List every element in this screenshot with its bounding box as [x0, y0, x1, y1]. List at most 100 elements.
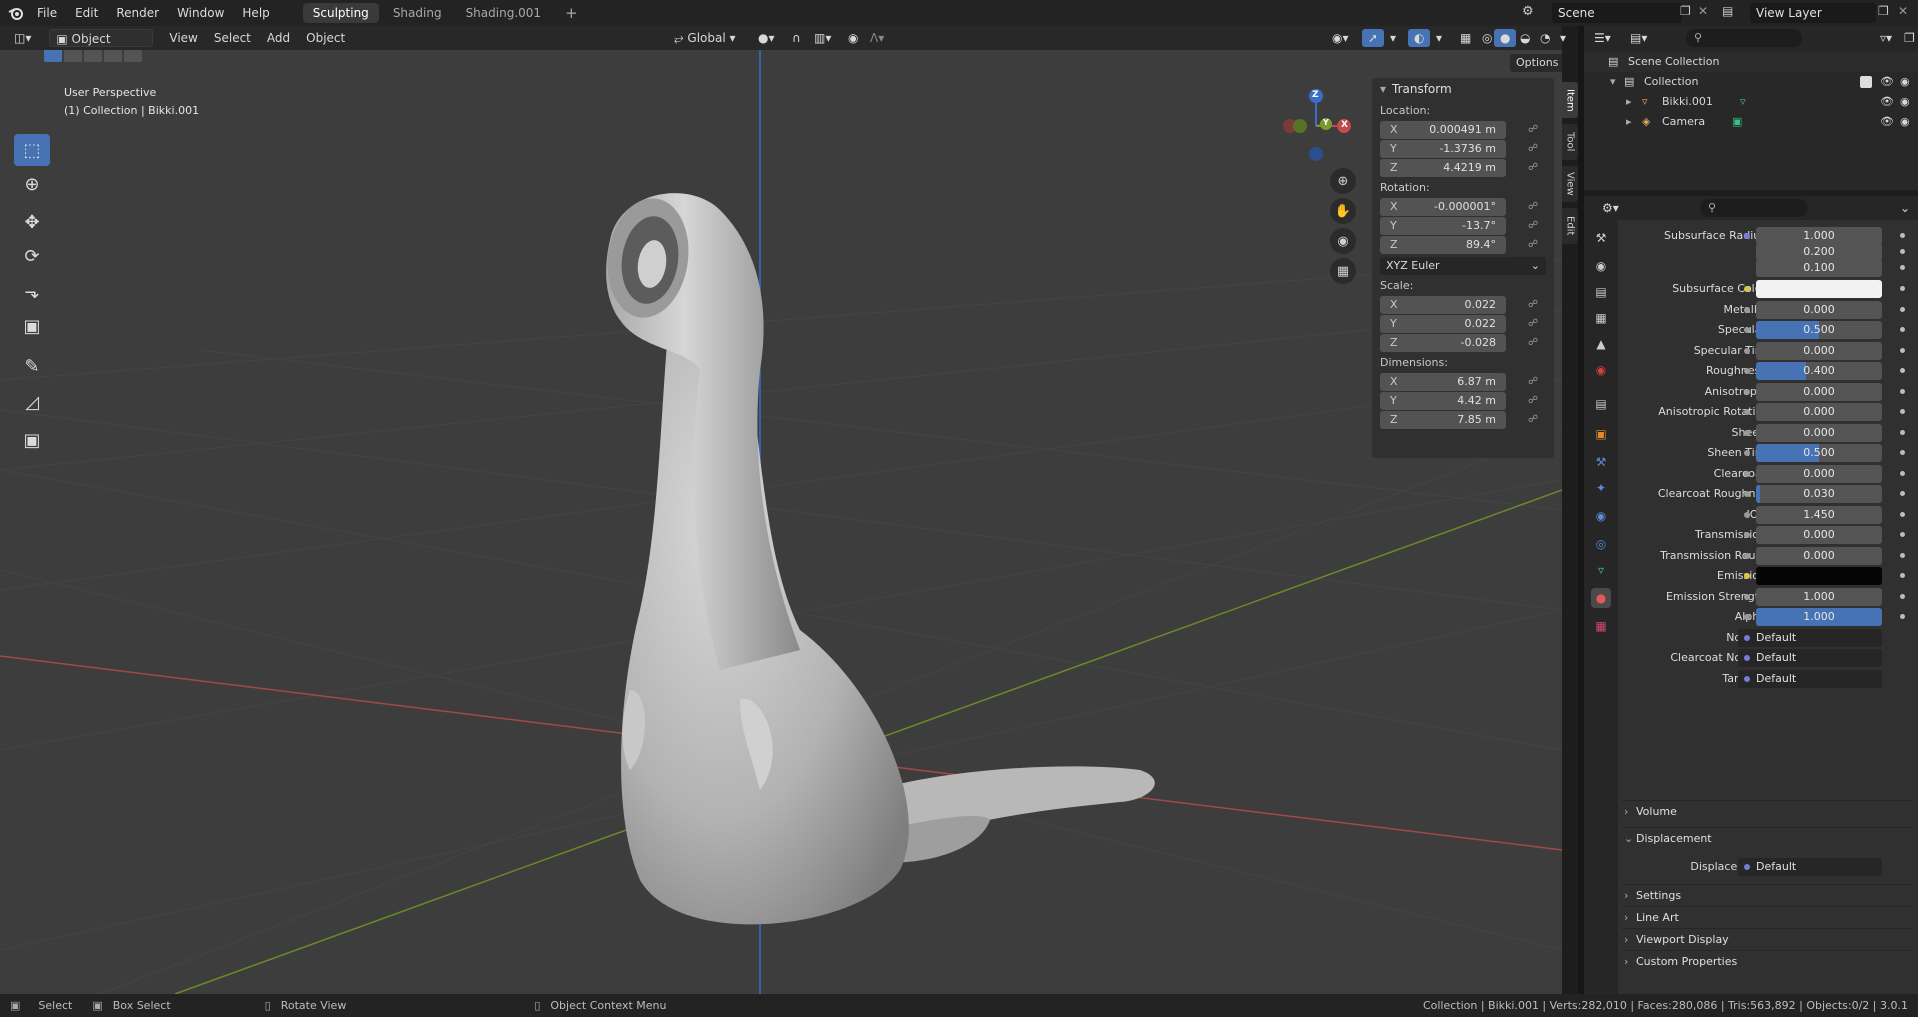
- gizmo-dropdown-icon[interactable]: ▾: [1384, 29, 1402, 47]
- data-props-icon[interactable]: ▿: [1591, 560, 1611, 580]
- lock-icon[interactable]: ☍: [1528, 121, 1538, 139]
- dimensions-y-field[interactable]: Y 4.42 m ☍: [1380, 392, 1538, 410]
- tab-shading-001[interactable]: Shading.001: [456, 3, 551, 23]
- select-box-icon[interactable]: ⬚: [14, 134, 50, 166]
- value-slider[interactable]: 0.000: [1756, 465, 1882, 483]
- keyframe-dot-icon[interactable]: [1900, 348, 1905, 353]
- scale-x-field[interactable]: X 0.022 ☍: [1380, 296, 1538, 314]
- new-collection-icon[interactable]: ❐: [1898, 29, 1918, 47]
- rotation-x-field[interactable]: X -0.000001° ☍: [1380, 198, 1538, 216]
- perspective-toggle-icon[interactable]: ▦: [1330, 258, 1356, 284]
- pan-hand-icon[interactable]: ✋: [1330, 198, 1356, 224]
- 3d-viewport[interactable]: User Perspective (1) Collection | Bikki.…: [0, 50, 1562, 994]
- socket-dot-icon[interactable]: [1744, 614, 1750, 620]
- add-cube-icon[interactable]: ▣: [14, 424, 50, 456]
- options-button[interactable]: Options: [1510, 54, 1562, 72]
- keyframe-dot-icon[interactable]: [1900, 450, 1905, 455]
- menu-add[interactable]: Add: [261, 29, 296, 47]
- expand-chevron-icon[interactable]: ▸: [1626, 92, 1632, 112]
- socket-dot-icon[interactable]: [1744, 286, 1750, 292]
- keyframe-dot-icon[interactable]: [1900, 389, 1905, 394]
- select-intersect-icon[interactable]: [124, 50, 142, 62]
- keyframe-dot-icon[interactable]: [1900, 532, 1905, 537]
- scene-field[interactable]: Scene: [1552, 3, 1682, 23]
- select-subtract-icon[interactable]: [84, 50, 102, 62]
- socket-dot-icon[interactable]: [1744, 471, 1750, 477]
- physics-props-icon[interactable]: ◉: [1591, 506, 1611, 526]
- world-props-icon[interactable]: ◉: [1591, 360, 1611, 380]
- select-invert-icon[interactable]: [104, 50, 122, 62]
- lock-icon[interactable]: ☍: [1528, 198, 1538, 216]
- cursor-icon[interactable]: ⊕: [14, 168, 50, 200]
- rotation-y-field[interactable]: Y -13.7° ☍: [1380, 217, 1538, 235]
- checkbox-icon[interactable]: [1860, 76, 1872, 88]
- object-mode-dropdown[interactable]: ▣ Object Mode ▾: [49, 29, 154, 64]
- socket-dot-icon[interactable]: [1744, 450, 1750, 456]
- tab-view[interactable]: View: [1562, 166, 1578, 202]
- lock-icon[interactable]: ☍: [1528, 140, 1538, 158]
- lock-icon[interactable]: ☍: [1528, 392, 1538, 410]
- render-props-icon[interactable]: ◉: [1591, 256, 1611, 276]
- socket-dot-icon[interactable]: [1744, 512, 1750, 518]
- value-slider[interactable]: 0.000: [1756, 383, 1882, 401]
- socket-dot-icon[interactable]: [1744, 233, 1750, 239]
- socket-dot-icon[interactable]: [1744, 307, 1750, 313]
- section-settings[interactable]: › Settings: [1622, 884, 1912, 906]
- outliner-collection[interactable]: ▾ ▤ Collection 👁 ◉: [1584, 72, 1918, 92]
- socket-dot-icon[interactable]: [1744, 532, 1750, 538]
- orientation-dropdown[interactable]: ⥂ Global ▾: [668, 29, 744, 47]
- properties-search-field[interactable]: ⚲: [1700, 199, 1808, 217]
- scale-y-field[interactable]: Y 0.022 ☍: [1380, 315, 1538, 333]
- output-props-icon[interactable]: ▤: [1591, 282, 1611, 302]
- measure-icon[interactable]: ◿: [14, 386, 50, 418]
- scene-props-icon[interactable]: ▲: [1591, 334, 1611, 354]
- expand-chevron-icon[interactable]: ▾: [1610, 72, 1616, 92]
- socket-dot-icon[interactable]: [1744, 491, 1750, 497]
- menu-file[interactable]: File: [28, 0, 66, 26]
- outliner-editor-type-icon[interactable]: ☰▾: [1588, 29, 1617, 47]
- keyframe-dot-icon[interactable]: [1900, 573, 1905, 578]
- lock-icon[interactable]: ☍: [1528, 236, 1538, 254]
- transform-icon[interactable]: ▣: [14, 310, 50, 342]
- keyframe-dot-icon[interactable]: [1900, 265, 1905, 270]
- blender-logo-icon[interactable]: [4, 0, 28, 26]
- socket-dot-icon[interactable]: [1744, 327, 1750, 333]
- lock-icon[interactable]: ☍: [1528, 411, 1538, 429]
- value-slider[interactable]: 0.000: [1756, 547, 1882, 565]
- outliner-search-field[interactable]: ⚲: [1686, 29, 1802, 47]
- value-slider[interactable]: 0.500: [1756, 321, 1882, 339]
- location-z-field[interactable]: Z 4.4219 m ☍: [1380, 159, 1538, 177]
- eye-icon[interactable]: 👁: [1880, 92, 1894, 112]
- eye-icon[interactable]: 👁: [1880, 72, 1894, 92]
- tool-props-icon[interactable]: ⚒: [1591, 228, 1611, 248]
- section-volume[interactable]: › Volume: [1622, 800, 1912, 822]
- section-displacement[interactable]: ⌄ Displacement: [1622, 827, 1912, 849]
- keyframe-dot-icon[interactable]: [1900, 512, 1905, 517]
- modifier-props-icon[interactable]: ⚒: [1591, 452, 1611, 472]
- menu-render[interactable]: Render: [107, 0, 168, 26]
- socket-dot-icon[interactable]: [1744, 368, 1750, 374]
- value-slider[interactable]: 1.000: [1756, 608, 1882, 626]
- color-swatch[interactable]: [1756, 280, 1882, 298]
- filter-icon[interactable]: ▿▾: [1874, 29, 1898, 47]
- mesh-data-icon[interactable]: ▿: [1740, 92, 1746, 112]
- transform-panel-title[interactable]: ▾ Transform: [1372, 78, 1554, 100]
- keyframe-dot-icon[interactable]: [1900, 286, 1905, 291]
- socket-field[interactable]: Default: [1738, 670, 1882, 688]
- location-x-field[interactable]: X 0.000491 m ☍: [1380, 121, 1538, 139]
- socket-dot-icon[interactable]: [1744, 389, 1750, 395]
- view-layer-icon[interactable]: ▤: [1722, 4, 1733, 18]
- keyframe-dot-icon[interactable]: [1900, 594, 1905, 599]
- sculpt-mesh[interactable]: [600, 193, 1155, 925]
- menu-edit[interactable]: Edit: [66, 0, 107, 26]
- editor-type-icon[interactable]: ◫▾: [8, 29, 37, 47]
- value-slider[interactable]: 0.000: [1756, 342, 1882, 360]
- lock-icon[interactable]: ☍: [1528, 334, 1538, 352]
- overlays-dropdown-icon[interactable]: ▾: [1430, 29, 1448, 47]
- object-props-icon[interactable]: ▣: [1591, 424, 1611, 444]
- tab-shading[interactable]: Shading: [383, 3, 452, 23]
- value-slider[interactable]: 1.000: [1756, 588, 1882, 606]
- keyframe-dot-icon[interactable]: [1900, 430, 1905, 435]
- tab-edit[interactable]: Edit: [1562, 208, 1578, 244]
- lock-icon[interactable]: ☍: [1528, 159, 1538, 177]
